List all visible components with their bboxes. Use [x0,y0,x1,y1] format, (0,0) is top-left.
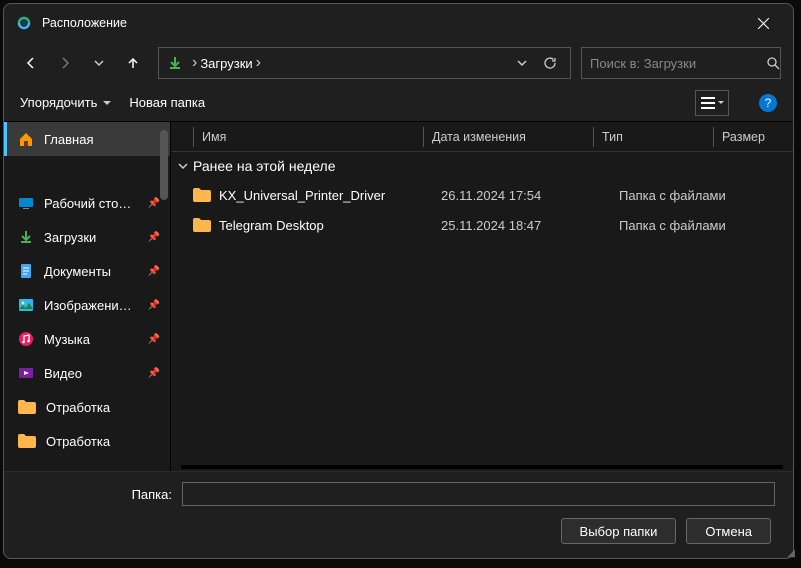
folder-input-row: Папка: [4,482,775,506]
music-icon [18,331,34,347]
column-type[interactable]: Тип [593,127,713,147]
table-row[interactable]: KX_Universal_Printer_Driver 26.11.2024 1… [171,180,793,210]
pin-icon: 📌 [148,368,160,379]
forward-button[interactable] [50,48,80,78]
chevron-down-icon [177,160,189,172]
breadcrumb[interactable]: Загрузки [200,56,252,71]
sidebar-item-videos[interactable]: Видео📌 [4,356,170,390]
sidebar-item-folder[interactable]: Отработка [4,390,170,424]
app-icon [16,15,32,31]
new-folder-button[interactable]: Новая папка [129,95,205,110]
sidebar-item-downloads[interactable]: Загрузки📌 [4,220,170,254]
recent-dropdown[interactable] [84,48,114,78]
pictures-icon [18,297,34,313]
column-date[interactable]: Дата изменения [423,127,593,147]
file-name: KX_Universal_Printer_Driver [219,188,441,203]
pin-icon: 📌 [148,232,160,243]
nav-row: › Загрузки › [4,42,793,84]
select-folder-button[interactable]: Выбор папки [561,518,677,544]
pin-icon: 📌 [148,266,160,277]
button-row: Выбор папки Отмена [4,518,775,544]
pin-icon: 📌 [148,300,160,311]
back-button[interactable] [16,48,46,78]
footer: Папка: Выбор папки Отмена [4,471,793,558]
horizontal-scrollbar[interactable] [181,465,783,469]
search-icon[interactable] [766,56,780,70]
videos-icon [18,365,34,381]
downloads-icon [18,229,34,245]
up-button[interactable] [118,48,148,78]
sidebar-item-desktop[interactable]: Рабочий сто…📌 [4,186,170,220]
folder-icon [193,188,211,202]
folder-icon [18,434,36,448]
path-dropdown[interactable] [508,58,536,68]
titlebar: Расположение [4,4,793,42]
search-box[interactable] [581,47,781,79]
file-date: 26.11.2024 17:54 [441,188,619,203]
home-icon [18,131,34,147]
file-list: Имя Дата изменения Тип Размер Ранее на э… [171,122,793,471]
file-type: Папка с файлами [619,218,759,233]
sidebar: Главная Рабочий сто…📌 Загрузки📌 Документ… [4,122,171,471]
search-input[interactable] [590,56,766,71]
column-size[interactable]: Размер [713,127,783,147]
cancel-button[interactable]: Отмена [686,518,771,544]
column-headers: Имя Дата изменения Тип Размер [171,122,793,152]
folder-label: Папка: [4,487,182,502]
view-options-button[interactable] [695,90,729,116]
sidebar-scrollbar[interactable] [160,130,168,200]
sidebar-item-pictures[interactable]: Изображени…📌 [4,288,170,322]
documents-icon [18,263,34,279]
organize-button[interactable]: Упорядочить [20,95,111,110]
help-button[interactable]: ? [759,94,777,112]
pin-icon: 📌 [148,334,160,345]
chevron-right-icon: › [256,54,261,72]
sidebar-item-home[interactable]: Главная [4,122,170,156]
refresh-button[interactable] [536,56,564,70]
chevron-right-icon: › [192,54,197,72]
folder-icon [193,218,211,232]
dialog-window: Расположение › Загрузки › Упорядочить Но… [3,3,794,559]
window-title: Расположение [42,16,741,30]
column-name[interactable]: Имя [193,127,423,147]
group-header[interactable]: Ранее на этой неделе [171,152,793,180]
address-bar[interactable]: › Загрузки › [158,47,571,79]
downloads-icon [167,55,183,71]
table-row[interactable]: Telegram Desktop 25.11.2024 18:47 Папка … [171,210,793,240]
resize-grip[interactable]: ◢ [787,548,795,559]
pin-icon: 📌 [148,198,160,209]
body: Главная Рабочий сто…📌 Загрузки📌 Документ… [4,122,793,471]
file-date: 25.11.2024 18:47 [441,218,619,233]
folder-input[interactable] [182,482,775,506]
sidebar-item-folder[interactable]: Отработка [4,424,170,458]
close-button[interactable] [741,8,785,38]
toolbar: Упорядочить Новая папка ? [4,84,793,122]
file-name: Telegram Desktop [219,218,441,233]
desktop-icon [18,195,34,211]
folder-icon [18,400,36,414]
sidebar-item-documents[interactable]: Документы📌 [4,254,170,288]
file-type: Папка с файлами [619,188,759,203]
sidebar-item-music[interactable]: Музыка📌 [4,322,170,356]
